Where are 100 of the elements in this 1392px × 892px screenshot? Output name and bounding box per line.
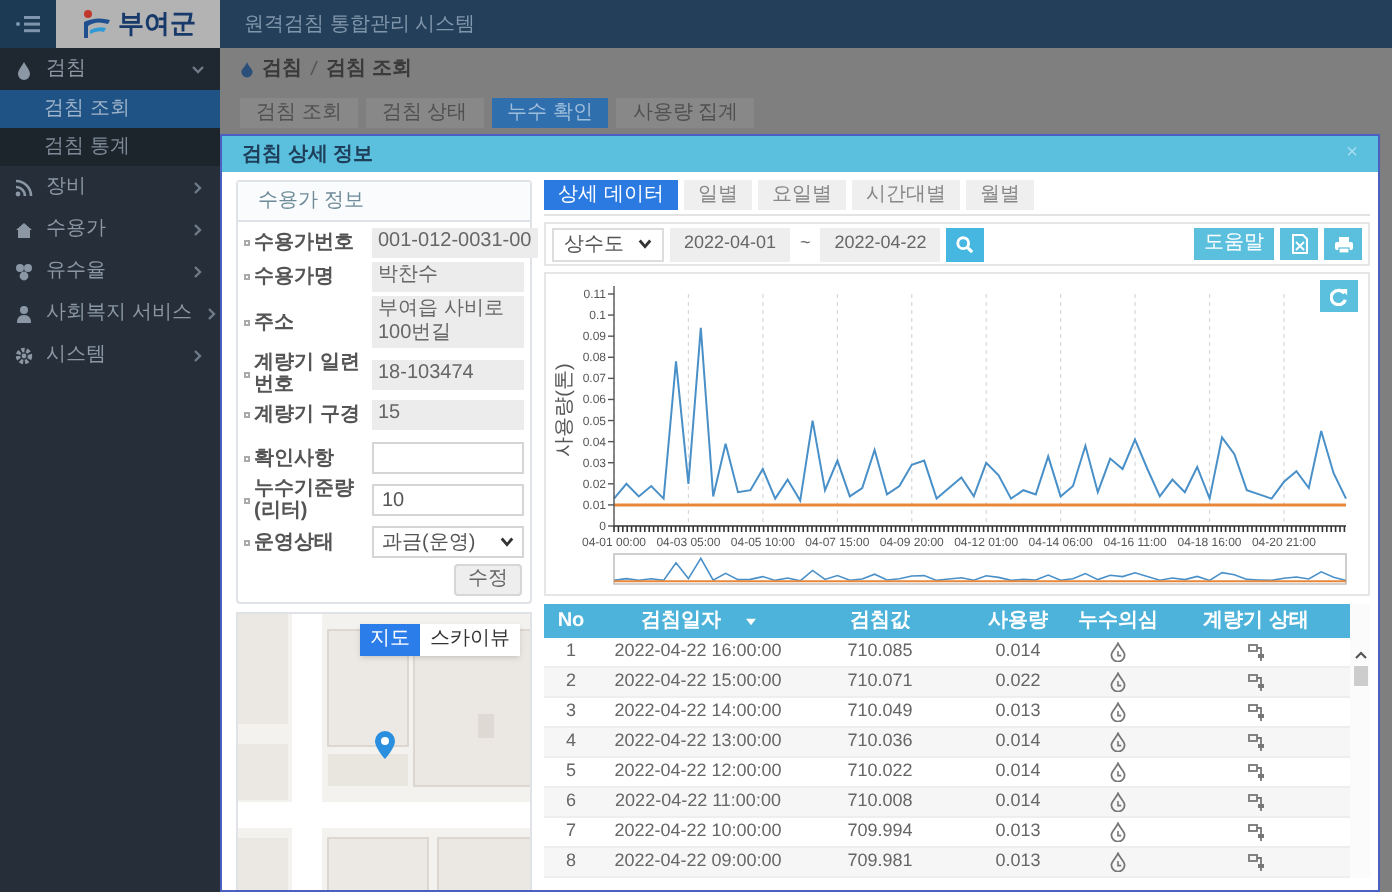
bullet-icon — [244, 497, 250, 503]
sidebar-item[interactable]: 장비 — [0, 166, 220, 208]
table-cell-text: 4 — [563, 728, 578, 755]
menu-icon — [16, 14, 40, 34]
bullet-icon — [244, 240, 250, 246]
search-button[interactable] — [946, 227, 985, 261]
column-header[interactable]: 검침일자 — [598, 604, 798, 638]
scroll-up-icon — [1353, 650, 1367, 660]
view-tab[interactable]: 상세 데이터 — [544, 180, 678, 210]
readonly-field: 001-012-0031-00 — [372, 228, 538, 258]
logo[interactable]: 부여군 — [56, 0, 220, 48]
table-cell-text: 0.013 — [993, 698, 1043, 725]
view-tab[interactable]: 시간대별 — [851, 180, 960, 210]
drop-icon — [1110, 792, 1126, 812]
breadcrumb-item[interactable]: 검침 조회 — [326, 53, 412, 83]
meter-icon — [1248, 793, 1264, 811]
print-button[interactable] — [1324, 228, 1362, 260]
table-cell-text: 2022-04-22 09:00:00 — [612, 848, 784, 875]
refresh-icon — [1330, 287, 1348, 305]
tab[interactable]: 검침 조회 — [240, 98, 358, 128]
table-cell-text: 710.071 — [845, 668, 915, 695]
input-field[interactable] — [372, 442, 524, 474]
meter-icon — [1248, 853, 1264, 871]
bullet-icon — [244, 455, 250, 461]
table-cell-text: 710.049 — [845, 698, 915, 725]
help-button[interactable]: 도움말 — [1194, 228, 1274, 260]
input-field[interactable]: 10 — [372, 484, 524, 516]
map-mode-button[interactable]: 스카이뷰 — [420, 624, 520, 656]
field-label: 계량기 구경 — [254, 404, 360, 426]
breadcrumb-item[interactable]: 검침 — [262, 53, 302, 83]
column-header[interactable]: 사용량 — [962, 604, 1074, 638]
table-cell-text: 710.022 — [845, 758, 915, 785]
document-icon — [1291, 234, 1307, 254]
export-button[interactable] — [1280, 228, 1318, 260]
field-label: 주소 — [254, 311, 294, 333]
table-cell-text: 0.013 — [993, 818, 1043, 845]
source-select[interactable]: 상수도 — [552, 227, 664, 261]
table-cell-text: 2022-04-22 13:00:00 — [612, 728, 784, 755]
table-cell-text: 710.008 — [845, 788, 915, 815]
refresh-button[interactable] — [1320, 280, 1358, 312]
date-field[interactable]: 2022-04-22 — [820, 227, 941, 261]
tab[interactable]: 누수 확인 — [491, 98, 609, 128]
meter-icon — [1248, 673, 1264, 691]
column-header[interactable]: No — [544, 604, 598, 638]
table-cell-text: 710.085 — [845, 638, 915, 665]
map-mode-button[interactable]: 지도 — [360, 624, 420, 656]
drop-icon — [1110, 702, 1126, 722]
view-tab[interactable]: 일별 — [683, 180, 752, 210]
table-cell-text: 0.014 — [993, 788, 1043, 815]
sidebar-item[interactable]: 수용가 — [0, 208, 220, 250]
drop-icon — [1110, 672, 1126, 692]
sidebar-subitem[interactable]: 검침 통계 — [0, 128, 220, 166]
table-cell-text: 6 — [563, 788, 578, 815]
bullet-icon — [244, 412, 250, 418]
edit-button[interactable]: 수정 — [454, 564, 522, 596]
view-tab[interactable]: 요일별 — [757, 180, 846, 210]
table-cell-text: 2022-04-22 12:00:00 — [612, 758, 784, 785]
meter-icon — [1248, 733, 1264, 751]
readonly-field: 15 — [372, 400, 524, 430]
meter-icon — [1248, 703, 1264, 721]
house-icon — [14, 219, 34, 239]
table-cell-text: 1 — [563, 638, 578, 665]
field-label: 수용가명 — [254, 266, 334, 288]
table-cell-text: 0.014 — [993, 728, 1043, 755]
column-header[interactable]: 누수의심 — [1074, 604, 1162, 638]
drop-icon — [14, 59, 34, 79]
column-header[interactable]: 계량기 상태 — [1162, 604, 1350, 638]
drop-icon — [1110, 762, 1126, 782]
range-separator: ~ — [798, 230, 813, 257]
table-cell-text: 710.036 — [845, 728, 915, 755]
tab[interactable]: 검침 상태 — [365, 98, 484, 128]
tab[interactable]: 사용량 집계 — [616, 98, 755, 128]
table-cell-text: 8 — [563, 848, 578, 875]
table-cell-text: 709.981 — [845, 848, 915, 875]
readonly-field: 박찬수 — [372, 262, 524, 292]
sort-icon — [745, 617, 755, 625]
person-icon — [14, 303, 34, 323]
date-field[interactable]: 2022-04-01 — [670, 227, 790, 261]
card-title: 수용가 정보 — [258, 188, 364, 216]
sidebar-item[interactable]: 시스템 — [0, 334, 220, 376]
scrollbar-thumb[interactable] — [1353, 666, 1367, 686]
sidebar-subitem[interactable]: 검침 조회 — [0, 90, 220, 128]
table-cell-text: 0.014 — [993, 758, 1043, 785]
field-label: 확인사항 — [254, 447, 334, 469]
sidebar-item[interactable]: 유수율 — [0, 250, 220, 292]
bullet-icon — [244, 539, 250, 545]
signal-icon — [14, 177, 34, 197]
drop-icon — [240, 59, 254, 77]
table-cell-text: 2 — [563, 668, 578, 695]
readonly-field: 부여읍 사비로100번길 — [372, 296, 524, 348]
view-tab[interactable]: 월별 — [965, 180, 1034, 210]
drop-icon — [1110, 732, 1126, 752]
chevron-down-icon — [638, 238, 652, 250]
search-icon — [956, 235, 975, 253]
print-icon — [1333, 235, 1353, 253]
select-field[interactable]: 과금(운영) — [372, 526, 524, 558]
logo-icon — [80, 8, 112, 40]
column-header[interactable]: 검침값 — [798, 604, 962, 638]
axis-title: 사용량(톤) — [554, 363, 576, 457]
sidebar-item[interactable]: 사회복지 서비스 — [0, 292, 220, 334]
